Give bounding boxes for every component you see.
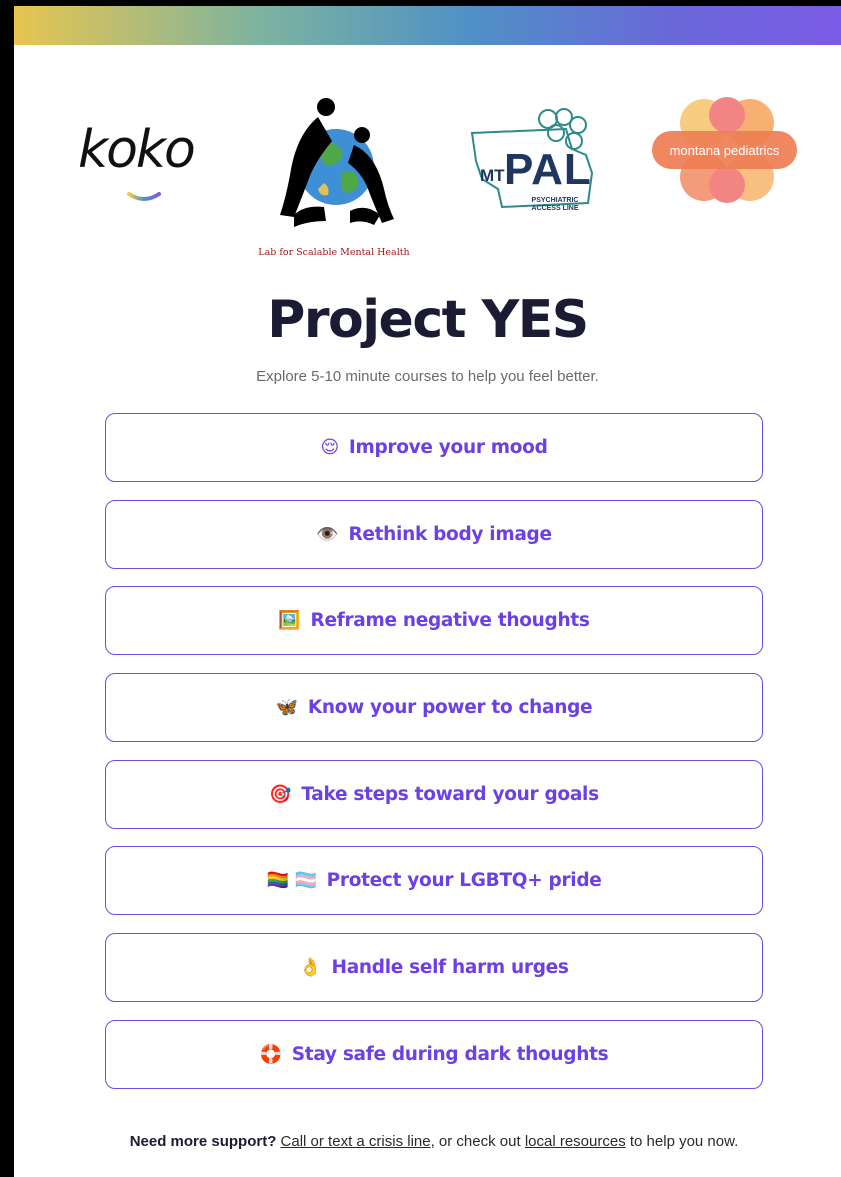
page-subtitle: Explore 5-10 minute courses to help you … [256, 368, 599, 385]
course-label: Improve your mood [348, 437, 548, 458]
course-button-improve-mood[interactable]: 😌 Improve your mood [105, 413, 763, 482]
koko-swoosh-icon [127, 192, 161, 201]
mt-pal-logo: MT PAL PSYCHIATRIC ACCESS LINE [468, 103, 598, 223]
montana-pediatrics-label: montana pediatrics [652, 131, 797, 169]
eye-icon: 👁️ [316, 523, 339, 545]
globe-figures-icon [280, 98, 394, 227]
ok-hand-icon: 👌 [299, 957, 322, 979]
footer-middle-text: , or check out [430, 1133, 525, 1150]
course-label: Take steps toward your goals [301, 783, 599, 805]
footer-tail-text: to help you now. [625, 1133, 739, 1150]
target-icon: 🎯 [269, 783, 292, 805]
mt-pal-sub-line-1: PSYCHIATRIC [531, 197, 579, 204]
mt-pal-sub-line-2: ACCESS LINE [531, 205, 579, 212]
footer-lead: Need more support? [129, 1133, 277, 1150]
koko-logo: koko [78, 120, 208, 210]
partner-logos: koko Lab for Scalable Mental Health MT P… [14, 45, 841, 258]
local-resources-link[interactable]: local resources [525, 1133, 626, 1150]
window-frame-left [0, 0, 14, 1177]
lifebuoy-icon: 🛟 [259, 1043, 282, 1065]
support-footer: Need more support? Call or text a crisis… [100, 1131, 768, 1153]
relieved-face-icon: 😌 [320, 437, 339, 458]
mt-pal-prefix: MT [480, 166, 505, 185]
course-label: Protect your LGBTQ+ pride [326, 870, 602, 892]
course-button-power-to-change[interactable]: 🦋 Know your power to change [105, 673, 763, 743]
lab-scalable-mental-health-logo: Lab for Scalable Mental Health [254, 95, 414, 270]
course-button-body-image[interactable]: 👁️ Rethink body image [105, 499, 763, 569]
course-label: Reframe negative thoughts [310, 610, 590, 632]
course-label: Handle self harm urges [331, 957, 569, 979]
course-button-self-harm[interactable]: 👌 Handle self harm urges [105, 933, 763, 1003]
course-label: Stay safe during dark thoughts [291, 1043, 609, 1065]
course-button-goals[interactable]: 🎯 Take steps toward your goals [105, 759, 763, 829]
course-label: Rethink body image [348, 523, 552, 545]
butterfly-icon: 🦋 [275, 697, 298, 719]
course-label: Know your power to change [307, 697, 593, 719]
montana-pediatrics-logo: montana pediatrics [652, 95, 802, 215]
course-button-dark-thoughts[interactable]: 🛟 Stay safe during dark thoughts [105, 1019, 763, 1089]
course-button-reframe-thoughts[interactable]: 🖼️ Reframe negative thoughts [105, 586, 763, 656]
koko-logo-text: koko [78, 120, 196, 180]
course-button-lgbtq-pride[interactable]: 🏳️‍🌈 🏳️‍⚧️ Protect your LGBTQ+ pride [105, 846, 763, 916]
mt-pal-name: PAL [504, 145, 592, 194]
course-list: 😌 Improve your mood 👁️ Rethink body imag… [105, 413, 763, 1107]
page-title: Project YES [267, 290, 589, 350]
framed-picture-icon: 🖼️ [278, 610, 301, 632]
lab-logo-caption: Lab for Scalable Mental Health [258, 247, 410, 258]
crisis-line-link[interactable]: Call or text a crisis line [281, 1133, 431, 1150]
header-gradient-bar [14, 6, 841, 45]
pride-flags-icon: 🏳️‍🌈 🏳️‍⚧️ [266, 870, 317, 892]
mt-pal-subtitle: PSYCHIATRIC ACCESS LINE [515, 197, 595, 213]
